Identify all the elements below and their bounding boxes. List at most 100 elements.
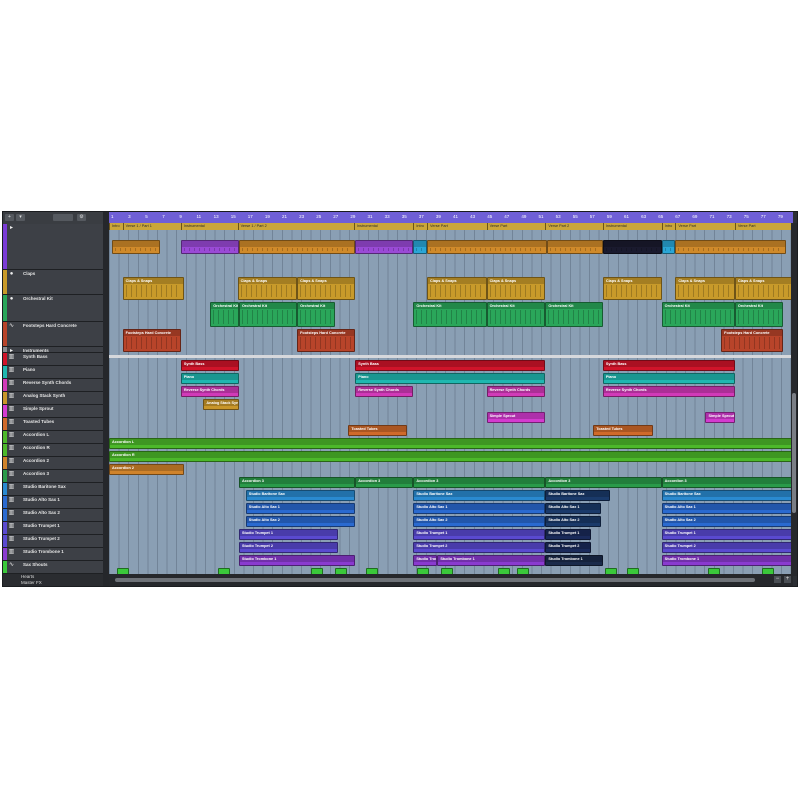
event-part[interactable]: Accordion L — [109, 438, 793, 449]
track-header[interactable]: ▥ Accordion R — [3, 444, 103, 464]
event-part[interactable]: Piano — [355, 373, 546, 384]
event-part[interactable]: Footsteps Hard Concrete — [122, 329, 181, 352]
event-part[interactable]: Claps & Snaps — [734, 277, 793, 300]
track-header[interactable]: ▥ Accordion L — [3, 431, 103, 451]
event-part[interactable]: Claps & Snaps — [297, 277, 356, 300]
event-part[interactable]: Reverse Synth Chords — [180, 386, 239, 397]
marker[interactable]: Verse 1 / Part 1 — [122, 223, 181, 230]
event-part[interactable] — [112, 240, 161, 254]
event-part[interactable] — [180, 240, 239, 254]
event-part[interactable]: Claps & Snaps — [427, 277, 487, 300]
event-part[interactable]: Piano — [180, 373, 239, 384]
event-part[interactable]: Accordion 3 — [238, 477, 356, 488]
marker[interactable]: Verse Part — [486, 223, 546, 230]
event-part[interactable]: Claps & Snaps — [122, 277, 185, 300]
event-part[interactable]: Studio Alto Sax 2 — [245, 516, 356, 527]
event-part[interactable]: Orchestral Kit — [297, 302, 335, 327]
event-part[interactable]: Orchestral Kit — [661, 302, 735, 327]
event-part[interactable]: Studio Trumpet 2 — [661, 542, 793, 553]
track-header[interactable]: ▥ Toasted Tubes — [3, 418, 103, 438]
marker[interactable]: Verse 1 / Part 2 — [237, 223, 354, 230]
event-part[interactable]: Studio Trumpet 1 — [545, 529, 592, 540]
track-header[interactable]: ▥ Studio Alto Sax 2 — [3, 509, 103, 529]
event-part[interactable]: Reverse Synth Chords — [355, 386, 414, 397]
track-filter-button[interactable]: ▾ — [16, 214, 25, 221]
zoom-out-button[interactable]: − — [774, 576, 781, 583]
event-part[interactable]: Orchestral Kit — [210, 302, 239, 327]
event-part[interactable]: Simple Sprout — [705, 412, 735, 423]
marker[interactable]: Instrumental — [180, 223, 238, 230]
event-part[interactable]: Studio Trumpet 1 — [661, 529, 793, 540]
track-header[interactable]: ▥ Piano — [3, 366, 103, 386]
event-part[interactable]: Studio Trumpet 2 — [545, 542, 592, 553]
event-part[interactable]: Synth Bass — [180, 360, 239, 371]
track-header[interactable]: ▥ Synth Bass — [3, 353, 103, 373]
event-part[interactable]: Orchestral Kit — [545, 302, 603, 327]
event-part[interactable]: Simple Sprout — [486, 412, 546, 423]
track-header[interactable]: ▥ Studio Trombone 1 — [3, 548, 103, 568]
event-part[interactable]: Studio Trumpet 1 — [238, 529, 339, 540]
event-part[interactable]: Toasted Tubes — [593, 425, 653, 436]
zoom-in-button[interactable]: + — [784, 576, 791, 583]
event-part[interactable]: Studio Baritone Sax — [413, 490, 546, 501]
track-header[interactable]: ▸ — [3, 224, 103, 277]
event-part[interactable]: Synth Bass — [602, 360, 735, 371]
event-part[interactable]: Footsteps Hard Concrete — [721, 329, 783, 352]
event-part[interactable]: Accordion 3 — [355, 477, 414, 488]
event-part[interactable]: Footsteps Hard Concrete — [297, 329, 356, 352]
event-part[interactable]: Orchestral Kit — [734, 302, 783, 327]
event-part[interactable]: Reverse Synth Chords — [486, 386, 546, 397]
track-header[interactable]: ▥ Studio Alto Sax 1 — [3, 496, 103, 516]
event-part[interactable] — [413, 240, 428, 254]
event-part[interactable]: Toasted Tubes — [348, 425, 407, 436]
horizontal-scrollbar[interactable]: − + — [109, 574, 793, 586]
event-part[interactable] — [427, 240, 547, 254]
vertical-scroll-thumb[interactable] — [792, 393, 796, 513]
horizontal-scroll-thumb[interactable] — [115, 578, 755, 582]
event-part[interactable]: Studio Trumpet 2 — [413, 542, 546, 553]
event-part[interactable]: Orchestral Kit — [238, 302, 298, 327]
event-part[interactable]: Piano — [602, 373, 735, 384]
track-header[interactable]: ▥ Accordion 3 — [3, 470, 103, 490]
event-part[interactable]: Studio Trombone 1 — [238, 555, 356, 566]
event-part[interactable]: Studio Alto Sax 1 — [545, 503, 602, 514]
track-header[interactable]: ∿ Sax Shouts — [3, 561, 103, 581]
event-part[interactable] — [355, 240, 414, 254]
track-header[interactable]: ● Claps — [3, 270, 103, 302]
event-part[interactable]: Reverse Synth Chords — [602, 386, 735, 397]
track-header[interactable]: ▥ Reverse Synth Chords — [3, 379, 103, 399]
event-part[interactable]: Accordion 3 — [413, 477, 546, 488]
event-part[interactable]: Claps & Snaps — [237, 277, 298, 300]
event-part[interactable]: Accordion 2 — [109, 464, 185, 475]
event-part[interactable]: Studio Baritone Sax — [545, 490, 611, 501]
event-part[interactable]: Accordion 3 — [545, 477, 662, 488]
track-header[interactable]: ▥ Studio Baritone Sax — [3, 483, 103, 503]
marker[interactable]: Verse Part — [675, 223, 735, 230]
event-part[interactable]: Studio Alto Sax 1 — [413, 503, 546, 514]
event-part[interactable]: Studio Alto Sax 2 — [545, 516, 602, 527]
event-part[interactable]: Studio Alto Sax 1 — [245, 503, 356, 514]
track-header[interactable]: ▥ Simple Sprout — [3, 405, 103, 425]
marker-track[interactable]: Intro Verse 1 / Part 1 Instrumental Verse 1… — [109, 223, 793, 230]
event-part[interactable]: Claps & Snaps — [602, 277, 662, 300]
event-part[interactable]: Studio Trombone 1 — [437, 555, 546, 566]
track-header[interactable]: ▥ Studio Trumpet 2 — [3, 535, 103, 555]
marker[interactable]: Instrumental — [602, 223, 662, 230]
event-part[interactable]: Studio Trombone 1 — [413, 555, 438, 566]
event-part[interactable] — [602, 240, 662, 254]
marker[interactable]: Intro — [661, 223, 676, 230]
event-part[interactable]: Orchestral Kit — [413, 302, 487, 327]
track-search-field[interactable] — [53, 214, 73, 221]
event-part[interactable]: Studio Trombone 1 — [661, 555, 793, 566]
track-header[interactable]: ∿ Footsteps Hard Concrete — [3, 322, 103, 354]
marker[interactable]: Instrumental — [353, 223, 414, 230]
event-part[interactable]: Studio Trombone 1 — [545, 555, 603, 566]
marker[interactable]: Verse Part 2 — [545, 223, 602, 230]
marker[interactable]: Intro — [413, 223, 427, 230]
track-header[interactable]: ▥ Analog Stack Synth — [3, 392, 103, 412]
track-header[interactable]: ● Orchestral Kit — [3, 295, 103, 329]
add-track-button[interactable]: + — [5, 214, 14, 221]
event-part[interactable] — [675, 240, 787, 254]
event-part[interactable]: Studio Baritone Sax — [661, 490, 793, 501]
track-header[interactable]: ▥ Accordion 2 — [3, 457, 103, 477]
